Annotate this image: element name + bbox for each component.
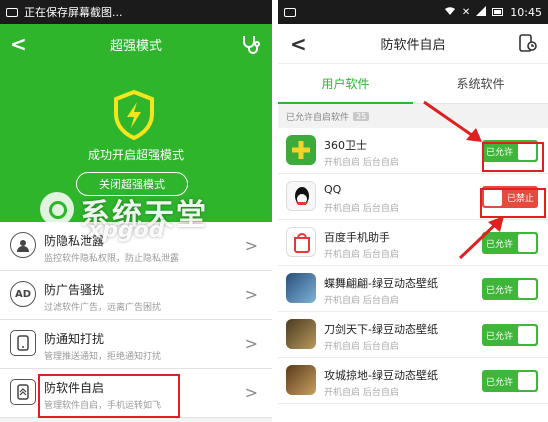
clock: 10:45: [510, 5, 542, 19]
app-sub: 开机自启 后台自启: [324, 158, 399, 168]
app-name: 蝶舞翩翩-绿豆动态壁纸: [324, 277, 438, 290]
back-icon[interactable]: <: [10, 32, 27, 56]
app-wallpaper-icon: [286, 319, 316, 349]
header-bar: < 防软件自启: [278, 24, 548, 64]
app-wallpaper-icon: [286, 273, 316, 303]
menu-title: 防通知打扰: [44, 332, 105, 346]
app-qq-icon: [286, 181, 316, 211]
app-name: 360卫士: [324, 139, 367, 152]
menu-subtitle: 管理推送通知，拒绝通知打扰: [44, 352, 162, 362]
menu-title: 防广告骚扰: [44, 283, 105, 297]
status-bar: 正在保存屏幕截图...: [0, 0, 272, 24]
right-screen: ✕ 10:45 < 防软件自启 用户软件 系统软件 已允许自启软件 25 360…: [278, 0, 548, 422]
mute-icon: ✕: [461, 6, 471, 18]
arrow-annotation: [458, 216, 504, 260]
left-screen: 正在保存屏幕截图... < 超强模式 成功开启超强模式 关闭超强模式 防隐私泄露…: [0, 0, 272, 422]
section-label: 已允许自启软件: [286, 112, 350, 123]
app-sub: 开机自启 后台自启: [324, 342, 399, 352]
chevron-right-icon: >: [244, 285, 258, 304]
app-name: QQ: [324, 183, 342, 196]
wifi-icon: [444, 6, 456, 19]
signal-icon: [476, 5, 487, 19]
app-sub: 开机自启 后台自启: [324, 388, 399, 398]
tab-bar: 用户软件 系统软件: [278, 64, 548, 104]
menu-subtitle: 监控软件隐私权限，防止隐私泄露: [44, 254, 180, 264]
chevron-right-icon: >: [244, 383, 258, 402]
autostart-toggle[interactable]: 已允许: [482, 370, 538, 392]
autostart-toggle[interactable]: 已允许: [482, 324, 538, 346]
app-name: 百度手机助手: [324, 231, 390, 244]
menu-item-notifications[interactable]: 防通知打扰 管理推送通知，拒绝通知打扰 >: [0, 320, 272, 369]
app-sub: 开机自启 后台自启: [324, 296, 399, 306]
image-icon: [284, 7, 296, 17]
app-row: 攻城掠地-绿豆动态壁纸 开机自启 后台自启 已允许: [278, 358, 548, 404]
arrow-annotation: [423, 100, 482, 142]
menu-subtitle: 过滤软件广告，远离广告困扰: [44, 303, 162, 313]
app-360-icon: [286, 135, 316, 165]
menu-item-ads[interactable]: AD 防广告骚扰 过滤软件广告，远离广告困扰 >: [0, 271, 272, 320]
header-bar: < 超强模式: [0, 24, 272, 64]
app-sub: 开机自启 后台自启: [324, 250, 399, 260]
toggle-label: 已允许: [486, 377, 514, 388]
app-name: 攻城掠地-绿豆动态壁纸: [324, 369, 438, 382]
app-name: 刀剑天下-绿豆动态壁纸: [324, 323, 438, 336]
tab-user-apps[interactable]: 用户软件: [278, 64, 413, 104]
chevron-right-icon: >: [244, 334, 258, 353]
battery-icon: [492, 6, 504, 19]
watermark-sub: xpgod: [88, 218, 165, 243]
startup-icon: [10, 379, 36, 405]
section-header: 已允许自启软件 25: [278, 104, 548, 128]
screenshot-icon: [6, 7, 18, 17]
page-title: 超强模式: [109, 38, 162, 54]
app-baidu-icon: [286, 227, 316, 257]
count-badge: 25: [353, 111, 370, 121]
app-row: 刀剑天下-绿豆动态壁纸 开机自启 后台自启 已允许: [278, 312, 548, 358]
autostart-toggle[interactable]: 已允许: [482, 278, 538, 300]
page-title: 防软件自启: [380, 38, 446, 53]
shield-lightning-icon: [112, 89, 156, 144]
toggle-label: 已允许: [486, 285, 514, 296]
app-wallpaper-icon: [286, 365, 316, 395]
toggle-label: 已允许: [486, 331, 514, 342]
chevron-right-icon: >: [244, 236, 258, 255]
person-icon: [10, 232, 36, 258]
clock-phone-icon[interactable]: [518, 33, 538, 57]
stethoscope-icon[interactable]: [240, 33, 262, 59]
phone-icon: [10, 330, 36, 356]
highlight-box: [38, 374, 180, 418]
status-bar: ✕ 10:45: [278, 0, 548, 24]
back-icon[interactable]: <: [290, 32, 307, 56]
success-message: 成功开启超强模式: [87, 148, 184, 162]
app-sub: 开机自启 后台自启: [324, 204, 399, 214]
watermark-logo-icon: [40, 192, 74, 226]
ad-icon: AD: [10, 281, 36, 307]
app-row: 蝶舞翩翩-绿豆动态壁纸 开机自启 后台自启 已允许: [278, 266, 548, 312]
status-text: 正在保存屏幕截图...: [24, 6, 123, 19]
